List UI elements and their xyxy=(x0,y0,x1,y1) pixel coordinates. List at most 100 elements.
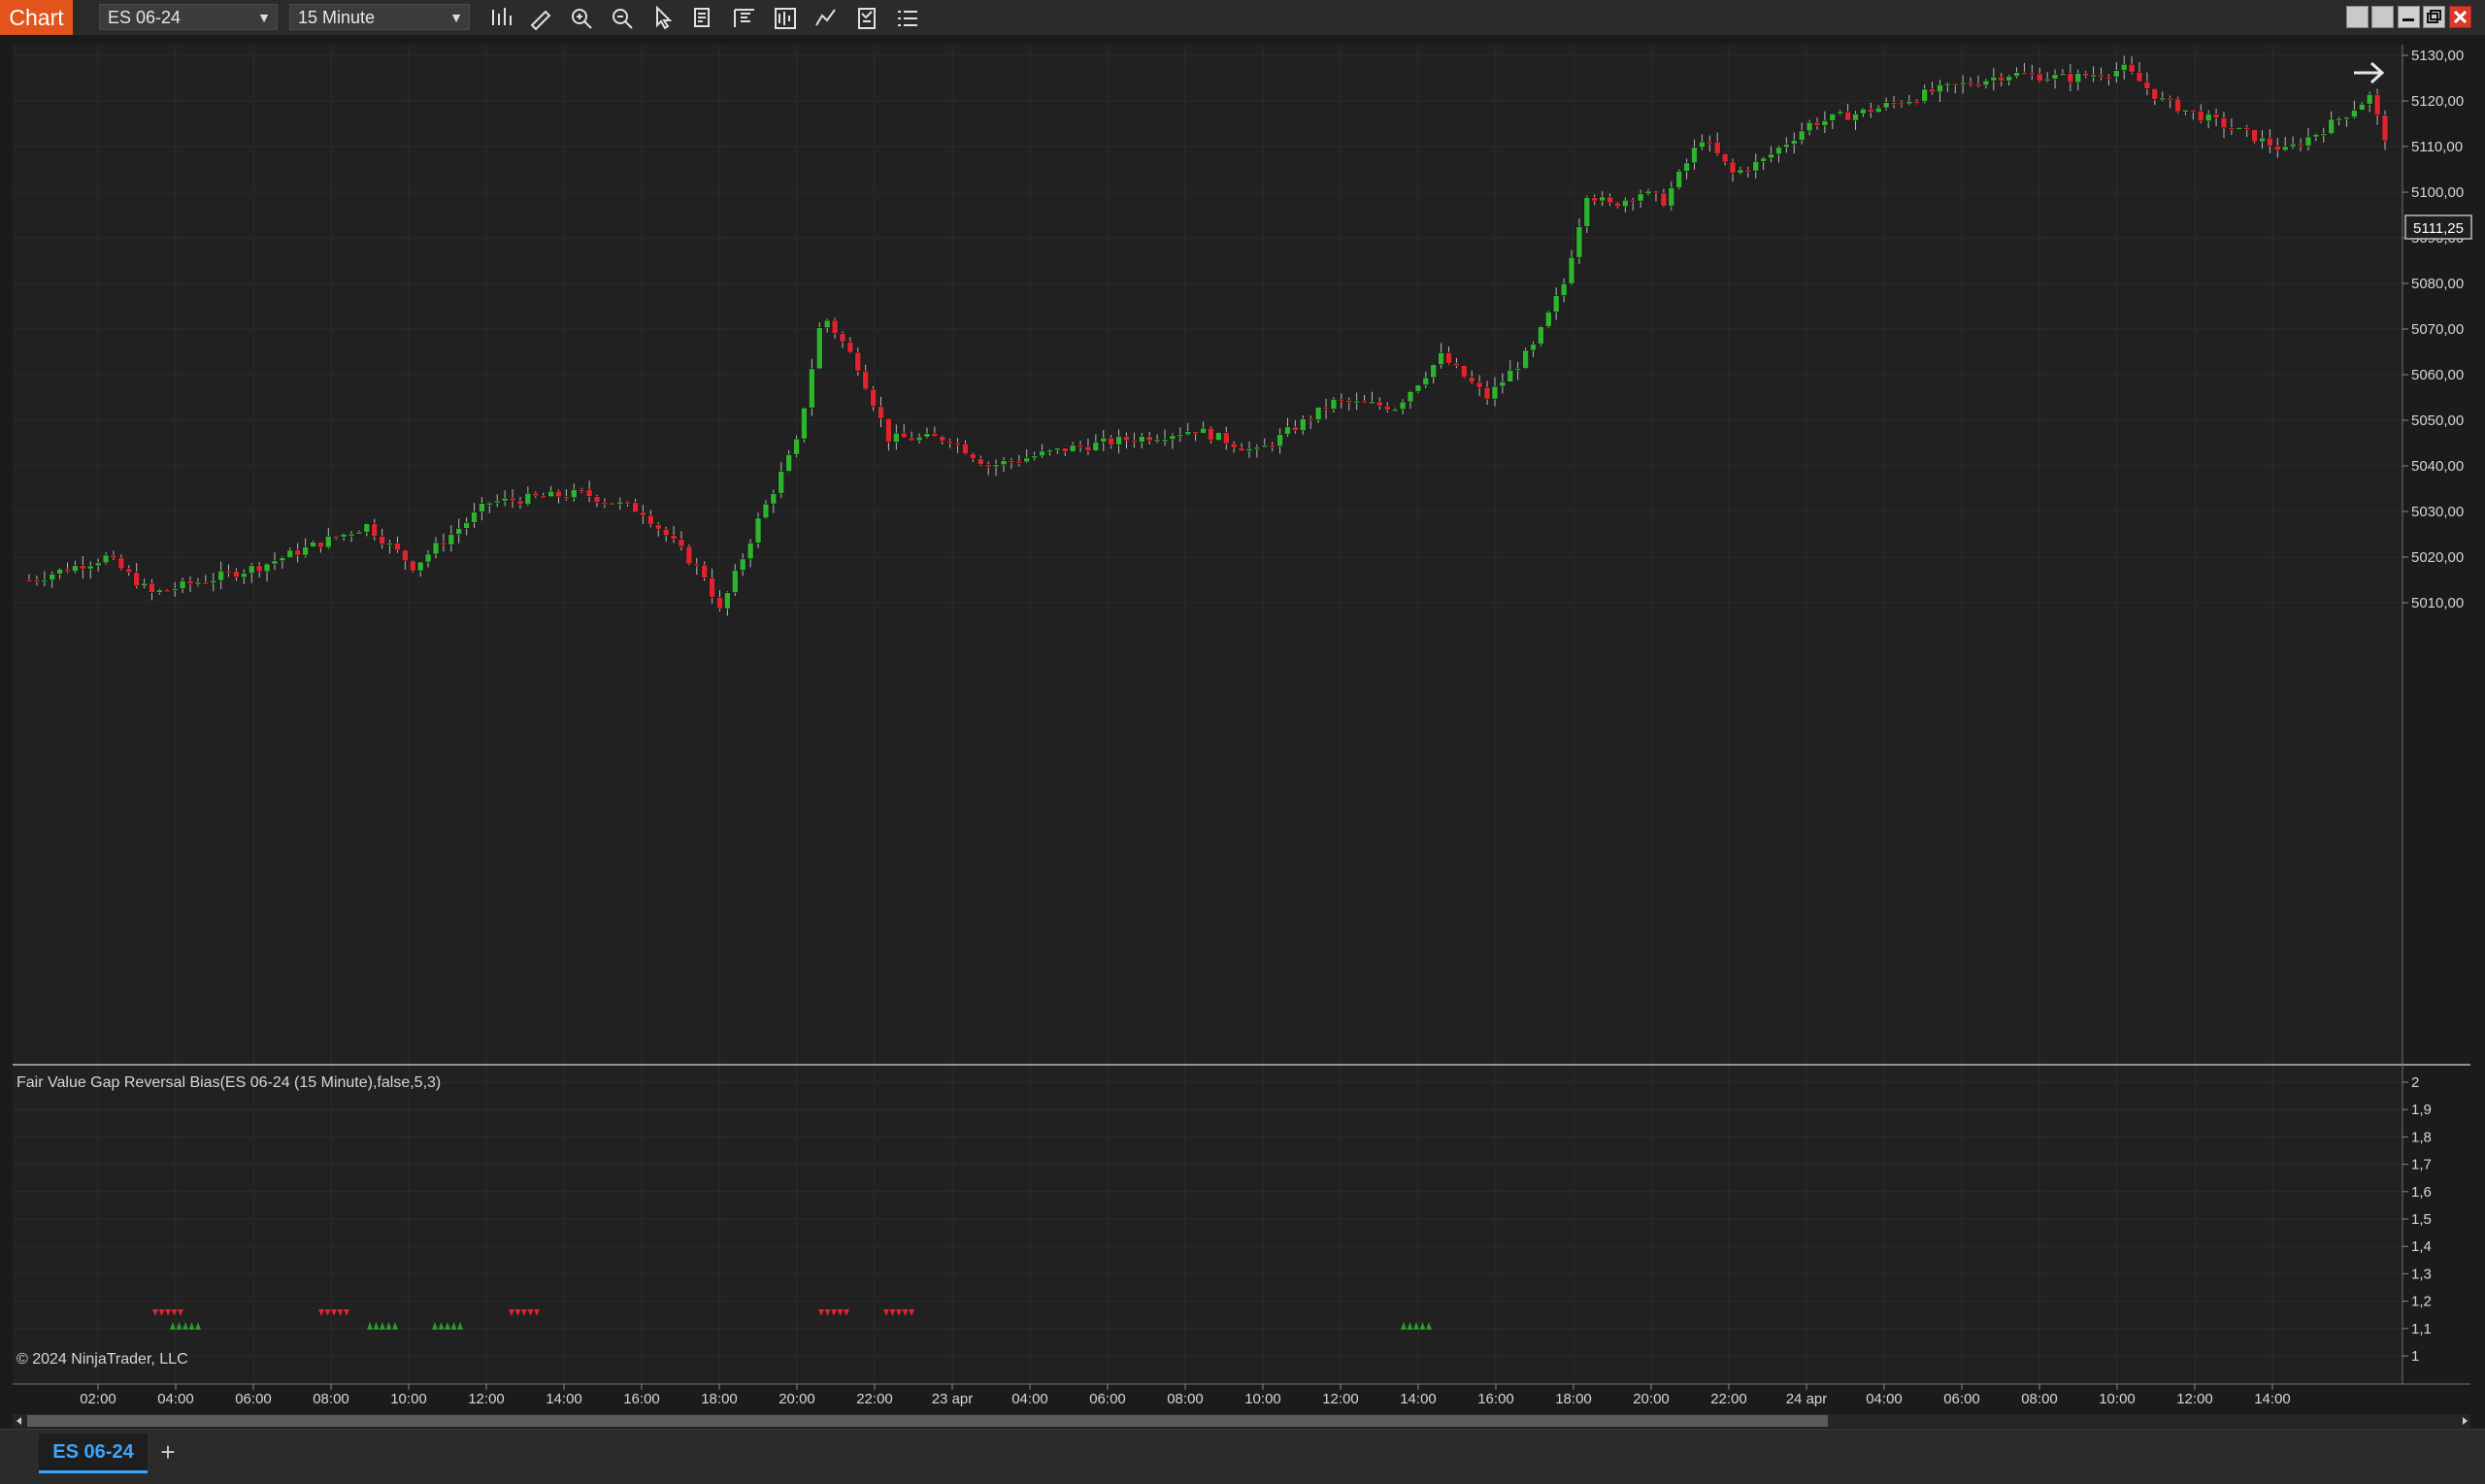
candle-body xyxy=(1238,447,1245,451)
candle-body xyxy=(447,534,455,545)
candle-body xyxy=(1230,443,1238,448)
tile-window-icon[interactable] xyxy=(2371,6,2394,28)
properties-icon[interactable] xyxy=(852,4,881,31)
chart-area[interactable]: 5130,005120,005110,005100,005090,005080,… xyxy=(0,35,2485,1429)
candle-body xyxy=(900,432,908,439)
candle-body xyxy=(2036,73,2043,82)
horizontal-scrollbar[interactable] xyxy=(13,1414,2470,1428)
candle-body xyxy=(1837,111,1844,115)
candle-body xyxy=(970,453,977,460)
time-tick-label: 06:00 xyxy=(235,1391,272,1407)
list-icon[interactable] xyxy=(893,4,922,31)
candle-body xyxy=(2113,70,2120,78)
instrument-selector[interactable]: ES 06-24 ▼ xyxy=(99,4,278,30)
candle-body xyxy=(831,319,839,334)
candle-body xyxy=(1139,436,1145,443)
pointer-icon[interactable] xyxy=(648,4,678,31)
candle-body xyxy=(2128,63,2136,73)
indicator-tick-label: 1,6 xyxy=(2411,1184,2432,1201)
tab-es-06-24[interactable]: ES 06-24 xyxy=(39,1434,148,1473)
candle-body xyxy=(348,533,355,537)
close-button[interactable] xyxy=(2449,6,2471,28)
candle-body xyxy=(2067,73,2074,83)
candle-body xyxy=(2074,73,2082,83)
candle-body xyxy=(509,497,516,502)
candle-body xyxy=(1407,391,1414,403)
restore-button[interactable] xyxy=(2423,6,2445,28)
candle-body xyxy=(1929,88,1936,93)
candle-body xyxy=(163,589,171,593)
candle-body xyxy=(1507,370,1514,382)
candle-body xyxy=(823,319,831,329)
candle-body xyxy=(233,571,240,578)
candle-body xyxy=(762,503,770,518)
candle-body xyxy=(885,417,892,443)
scrollbar-thumb[interactable] xyxy=(27,1415,1828,1427)
candle-body xyxy=(110,554,117,559)
add-tab-icon[interactable]: + xyxy=(153,1435,182,1468)
candle-body xyxy=(793,438,800,455)
candle-body xyxy=(1200,427,1207,434)
candle-body xyxy=(156,589,163,593)
candle-body xyxy=(1538,326,1544,345)
candle-body xyxy=(210,579,217,583)
bar-style-icon[interactable] xyxy=(485,4,514,31)
candle-body xyxy=(2212,114,2220,118)
candle-body xyxy=(1568,256,1575,284)
candle-body xyxy=(1783,144,1790,148)
candle-body xyxy=(1790,140,1798,145)
zoom-out-icon[interactable] xyxy=(608,4,637,31)
zoom-in-icon[interactable] xyxy=(567,4,596,31)
candle-body xyxy=(1660,192,1668,207)
candle-body xyxy=(1683,162,1690,172)
minimize-button[interactable] xyxy=(2398,6,2420,28)
candle-body xyxy=(1874,107,1882,114)
candle-body xyxy=(310,542,316,547)
candle-body xyxy=(2090,75,2097,78)
candle-body xyxy=(739,558,746,571)
candle-body xyxy=(724,592,731,610)
candle-body xyxy=(1039,450,1045,457)
candle-body xyxy=(609,502,616,506)
chart-trader-icon[interactable] xyxy=(812,4,841,31)
candle-body xyxy=(1668,187,1675,207)
candle-body xyxy=(670,535,678,540)
candle-body xyxy=(1222,432,1230,445)
candle-body xyxy=(1261,445,1269,448)
candle-body xyxy=(332,536,340,539)
data-box-icon[interactable] xyxy=(689,4,718,31)
chart-window-label: Chart xyxy=(0,0,73,35)
price-tick-label: 5080,00 xyxy=(2411,276,2464,292)
interval-selector[interactable]: 15 Minute ▼ xyxy=(289,4,470,30)
candle-body xyxy=(1729,161,1737,174)
candle-body xyxy=(1353,400,1360,404)
pencil-icon[interactable] xyxy=(526,4,555,31)
candle-body xyxy=(1860,108,1867,115)
candle-body xyxy=(455,528,463,535)
candle-body xyxy=(1383,405,1391,411)
time-tick-label: 02:00 xyxy=(80,1391,116,1407)
indicators-icon[interactable] xyxy=(730,4,759,31)
candle-body xyxy=(1300,418,1307,432)
candle-body xyxy=(1245,447,1253,451)
tile-window-icon[interactable] xyxy=(2346,6,2369,28)
candle-body xyxy=(532,492,540,497)
candle-body xyxy=(1544,312,1552,327)
candle-body xyxy=(41,579,49,582)
time-tick-label: 12:00 xyxy=(468,1391,505,1407)
candle-body xyxy=(402,549,409,562)
candle-body xyxy=(1599,196,1606,202)
strategies-icon[interactable] xyxy=(771,4,800,31)
candle-body xyxy=(693,563,701,567)
candle-body xyxy=(754,517,762,544)
candle-body xyxy=(2197,111,2204,122)
candle-body xyxy=(72,565,79,573)
candle-body xyxy=(1637,193,1644,202)
candle-body xyxy=(1844,111,1851,121)
candle-body xyxy=(593,496,601,503)
copyright-text: © 2024 NinjaTrader, LLC xyxy=(17,1351,188,1368)
candle-body xyxy=(601,502,609,505)
candle-body xyxy=(685,545,693,565)
candle-body xyxy=(2320,133,2328,137)
candle-body xyxy=(2336,117,2342,121)
